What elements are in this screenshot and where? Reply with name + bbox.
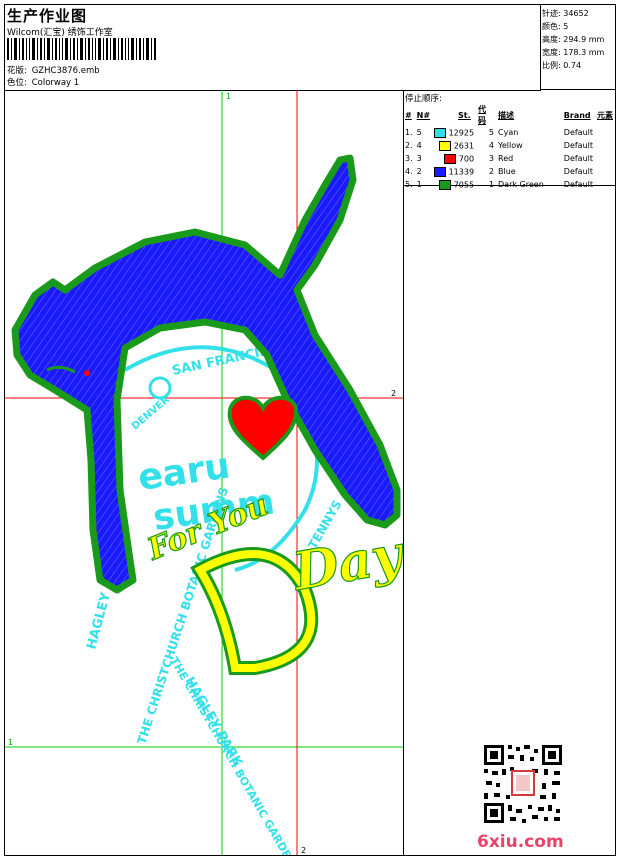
design-name-value: GZHC3876.emb <box>31 66 100 76</box>
art-hagley-4: THE CHRISTCHURCH BOTANIC GARDENS <box>167 655 302 855</box>
col-brand: Brand <box>563 110 591 120</box>
design-preview: 1 1 2 2 SAN FRANCISCO earu summ TENNYS D… <box>5 90 404 855</box>
stats-panel: 针迹: 34652 颜色: 5 高度: 294.9 mm 宽度: 178.3 m… <box>540 5 615 90</box>
table-row: 4. 2 11339 2 Blue Default <box>405 166 594 177</box>
col-code: 代码 <box>478 105 487 125</box>
design-name-row: 花版: GZHC3876.emb <box>7 64 100 76</box>
guide-label-green-top: 1 <box>226 92 231 101</box>
table-row: 5. 1 7055 1 Dark Green Default <box>405 179 594 190</box>
stat-colors: 颜色: 5 <box>542 22 569 31</box>
stat-width: 宽度: 178.3 mm <box>542 48 605 57</box>
color-swatch-blue <box>434 166 447 177</box>
col-stitches: St. <box>458 110 471 120</box>
sheet-title: 生产作业图 <box>7 7 88 25</box>
art-denver: DENVER <box>130 394 172 432</box>
guide-label-red-bottom: 2 <box>301 846 306 855</box>
table-row: 2. 4 2631 4 Yellow Default <box>405 140 594 151</box>
stop-sequence: 停止顺序: # N# St. 代码 描述 Brand 元素 1. 5 12925… <box>403 90 615 190</box>
color-swatch-yellow <box>439 140 452 151</box>
col-needle: N# <box>416 110 431 120</box>
colorway-label: 色位: <box>7 78 27 88</box>
heart-icon <box>227 395 298 461</box>
stop-sequence-title: 停止顺序: <box>405 94 442 104</box>
stat-stitches: 针迹: 34652 <box>542 9 589 18</box>
stat-scale: 比例: 0.74 <box>542 61 582 70</box>
embroidery-artwork: 1 1 2 2 SAN FRANCISCO earu summ TENNYS D… <box>5 90 403 855</box>
header-panel: 生产作业图 Wilcom(汇宝) 绣饰工作室 花版: GZHC3876.emb … <box>5 5 541 91</box>
watermark-logo: 6xiu.com <box>477 832 564 852</box>
color-swatch-cyan <box>434 127 447 138</box>
col-element: 元素 <box>597 110 614 120</box>
color-swatch-green <box>439 179 452 190</box>
colorway-value: Colorway 1 <box>31 78 80 88</box>
stop-sequence-table: # N# St. 代码 描述 Brand 元素 1. 5 12925 5 Cya… <box>403 104 615 191</box>
sheet-subtitle: Wilcom(汇宝) 绣饰工作室 <box>7 28 113 38</box>
stat-height: 高度: 294.9 mm <box>542 35 605 44</box>
col-description: 描述 <box>498 110 515 120</box>
stop-sequence-panel: 停止顺序: # N# St. 代码 描述 Brand 元素 1. 5 12925… <box>403 90 615 855</box>
table-header-row: # N# St. 代码 描述 Brand 元素 <box>403 104 615 126</box>
production-sheet: 生产作业图 Wilcom(汇宝) 绣饰工作室 花版: GZHC3876.emb … <box>4 4 616 856</box>
guide-label-green-left: 1 <box>8 738 13 747</box>
colorway-row: 色位: Colorway 1 <box>7 76 79 88</box>
sf-logo-icon <box>148 376 172 400</box>
design-name-label: 花版: <box>7 66 27 76</box>
col-index: # <box>405 110 412 120</box>
barcode <box>7 38 156 60</box>
art-day: Day <box>287 523 403 603</box>
guide-label-red-right: 2 <box>391 389 396 398</box>
color-swatch-red <box>444 153 457 164</box>
cat-nose <box>84 370 90 376</box>
table-row: 1. 5 12925 5 Cyan Default <box>405 127 594 138</box>
table-row: 3. 3 700 3 Red Default <box>405 153 594 164</box>
qr-code <box>482 743 564 825</box>
